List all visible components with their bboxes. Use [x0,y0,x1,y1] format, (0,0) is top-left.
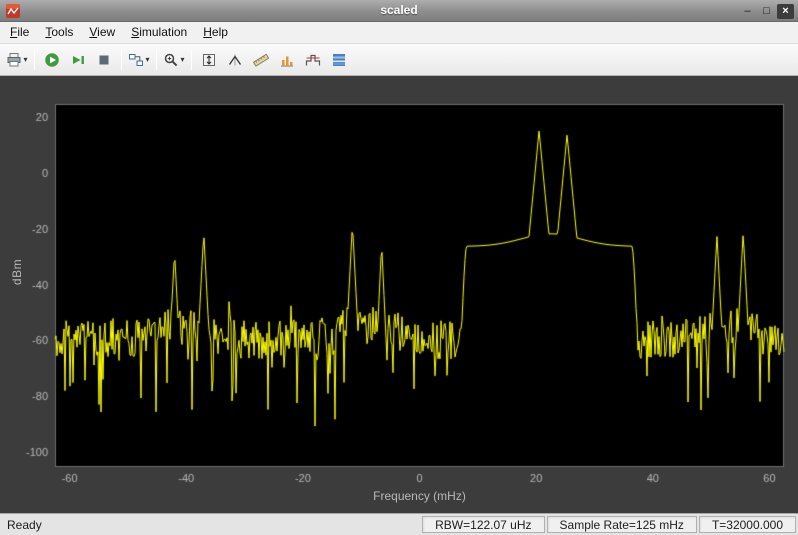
window-icon [5,3,21,19]
run-icon [44,52,60,68]
dropdown-arrow-icon: ▾ [145,55,149,64]
spectrogram-icon [331,52,347,68]
step-forward-button[interactable] [66,48,90,72]
peak-finder-icon [227,52,243,68]
distortion-measurements-icon [279,52,295,68]
sample-rate-field: Sample Rate=125 mHz [547,516,697,533]
titlebar[interactable]: scaled – □ × [0,0,798,22]
step-forward-icon [70,52,86,68]
dropdown-arrow-icon: ▾ [180,55,184,64]
toolbar-separator [121,50,122,70]
close-button[interactable]: × [777,4,794,19]
simulation-settings-icon [128,52,144,68]
time-field: T=32000.000 [699,516,796,533]
menu-file[interactable]: File [2,22,37,43]
toolbar-separator [191,50,192,70]
peak-finder-button[interactable] [223,48,247,72]
statusbar: Ready RBW=122.07 uHz Sample Rate=125 mHz… [0,513,798,535]
app-window: scaled – □ × File Tools View Simulation … [0,0,798,535]
cursor-measurements-icon [253,52,269,68]
cursor-measurements-button[interactable] [249,48,273,72]
spectrum-plot: dBm Frequency (mHz) [0,76,798,513]
spectrum-canvas[interactable] [0,76,798,513]
menu-tools[interactable]: Tools [37,22,81,43]
menu-simulation[interactable]: Simulation [123,22,195,43]
toolbar: ▾ ▾ ▾ [0,44,798,76]
toolbar-separator [34,50,35,70]
print-icon [6,52,22,68]
toolbar-separator [156,50,157,70]
spectral-mask-button[interactable] [301,48,325,72]
scale-axes-icon [201,52,217,68]
rbw-field: RBW=122.07 uHz [422,516,544,533]
menu-view[interactable]: View [81,22,123,43]
menubar: File Tools View Simulation Help [0,22,798,44]
simulation-settings-button[interactable]: ▾ [127,48,151,72]
minimize-button[interactable]: – [739,4,756,19]
stop-icon [96,52,112,68]
menu-help[interactable]: Help [195,22,236,43]
zoom-button[interactable]: ▾ [162,48,186,72]
spectral-mask-icon [305,52,321,68]
scale-axes-button[interactable] [197,48,221,72]
maximize-button[interactable]: □ [758,4,775,19]
spectrogram-button[interactable] [327,48,351,72]
run-button[interactable] [40,48,64,72]
status-fields: RBW=122.07 uHz Sample Rate=125 mHz T=320… [421,514,798,535]
dropdown-arrow-icon: ▾ [23,55,27,64]
window-title: scaled [0,0,798,21]
status-message: Ready [0,514,421,535]
zoom-icon [163,52,179,68]
distortion-measurements-button[interactable] [275,48,299,72]
stop-button[interactable] [92,48,116,72]
window-controls: – □ × [739,0,794,22]
print-button[interactable]: ▾ [5,48,29,72]
